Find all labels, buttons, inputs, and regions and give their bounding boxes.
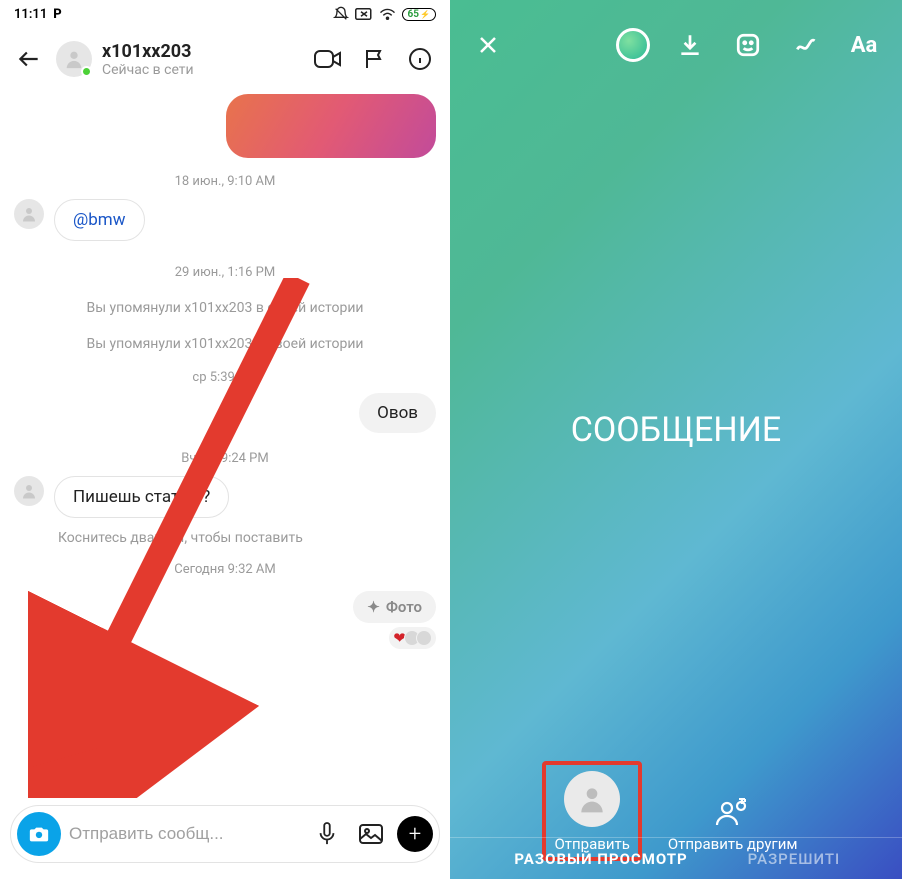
reaction-row[interactable]: ❤ (389, 627, 436, 649)
avatar-tiny[interactable] (14, 476, 44, 506)
image-message-out[interactable] (226, 94, 436, 158)
avatar[interactable] (56, 41, 92, 77)
sparkle-icon: ✦ (367, 598, 380, 616)
reaction-avatar (416, 630, 432, 646)
app-indicator: P (53, 7, 61, 22)
color-picker-button[interactable] (616, 28, 650, 62)
chat-status: Сейчас в сети (102, 62, 300, 78)
timestamp: Сегодня 9:32 AM (14, 562, 436, 577)
avatar-tiny[interactable] (14, 199, 44, 229)
chat-body[interactable]: 18 июн., 9:10 AM @bmw 29 июн., 1:16 PM В… (0, 90, 450, 797)
draw-button[interactable] (788, 27, 824, 63)
camera-button[interactable] (17, 812, 61, 856)
message-input-bar: + (10, 805, 440, 863)
message-bubble-in[interactable]: Пишешь статью? (54, 476, 229, 518)
message-bubble-out[interactable]: Овов (359, 393, 436, 433)
timestamp: 18 июн., 9:10 AM (14, 174, 436, 189)
status-bar: 11:11 P 65⚡ (0, 0, 450, 28)
system-message: Вы упомянули x101xx203 в своей истории (14, 300, 436, 316)
timestamp: Вчера 9:24 PM (14, 451, 436, 466)
message-row-in: Пишешь статью? (14, 476, 436, 518)
close-button[interactable] (470, 27, 506, 63)
add-button[interactable]: + (397, 816, 433, 852)
gallery-button[interactable] (353, 816, 389, 852)
story-toolbar: Aa (450, 10, 902, 80)
tab-allow[interactable]: РАЗРЕШИТЬ (748, 850, 838, 868)
chat-title-block[interactable]: x101xx203 Сейчас в сети (102, 41, 300, 78)
clock-time: 11:11 (14, 7, 47, 22)
tab-single-view[interactable]: РАЗОВЫЙ ПРОСМОТР (514, 850, 687, 868)
voice-button[interactable] (309, 816, 345, 852)
story-view-tabs: РАЗОВЫЙ ПРОСМОТР РАЗРЕШИТЬ (450, 837, 902, 879)
timestamp: 29 июн., 1:16 PM (14, 265, 436, 280)
battery-indicator: 65⚡ (402, 8, 436, 21)
info-button[interactable] (402, 41, 438, 77)
timestamp: ср 5:39 PM (14, 370, 436, 385)
chat-header: x101xx203 Сейчас в сети (0, 28, 450, 90)
message-bubble-mention[interactable]: @bmw (54, 199, 145, 241)
message-input[interactable] (69, 824, 301, 844)
flag-button[interactable] (356, 41, 392, 77)
back-button[interactable] (12, 42, 46, 76)
dnd-icon (333, 6, 349, 22)
chat-username: x101xx203 (102, 41, 300, 62)
system-message: Вы упомянули x101xx203 в своей истории (14, 336, 436, 352)
text-tool-button[interactable]: Aa (846, 27, 882, 63)
video-call-button[interactable] (310, 41, 346, 77)
double-tap-hint: Коснитесь дважды, чтобы поставить (58, 530, 436, 546)
download-button[interactable] (672, 27, 708, 63)
wifi-icon (379, 7, 396, 21)
story-text-overlay[interactable]: СООБЩЕНИЕ (450, 410, 902, 450)
sticker-button[interactable] (730, 27, 766, 63)
message-row-in: @bmw (14, 199, 436, 241)
battery-saver-icon (355, 8, 373, 20)
photo-message-out[interactable]: ✦ Фото (353, 591, 436, 623)
story-editor-screen: Aa СООБЩЕНИЕ Отправить Отправить другим … (450, 0, 902, 879)
presence-dot (81, 66, 92, 77)
